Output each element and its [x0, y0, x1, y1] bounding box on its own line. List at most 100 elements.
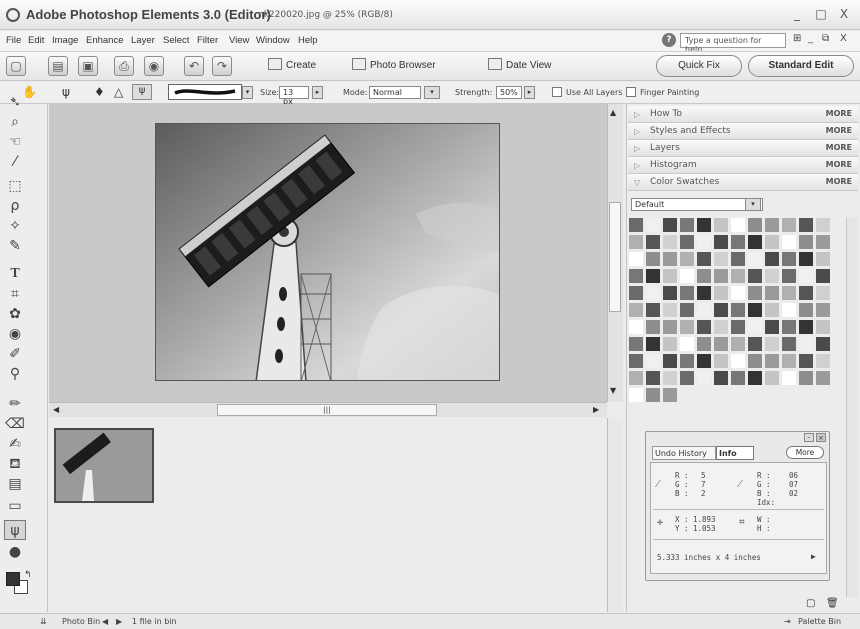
- scroll-up-icon[interactable]: ▲: [610, 108, 616, 117]
- swatch-cell[interactable]: [764, 353, 780, 369]
- swatch-cell[interactable]: [696, 353, 712, 369]
- doc-restore-button[interactable]: ⧉: [822, 33, 829, 44]
- online-services-icon[interactable]: ◉: [144, 56, 164, 76]
- open-file-icon[interactable]: ▤: [48, 56, 68, 76]
- swatch-cell[interactable]: [747, 251, 763, 267]
- prev-photo-icon[interactable]: ◀: [102, 617, 108, 626]
- photo-bin-thumbnail[interactable]: [54, 428, 154, 503]
- swatch-cell[interactable]: [747, 285, 763, 301]
- brush-preview[interactable]: [168, 84, 242, 100]
- swatch-cell[interactable]: [628, 387, 644, 403]
- swatch-cell[interactable]: [645, 319, 661, 335]
- smudge-tool-active-icon[interactable]: ψ: [4, 520, 26, 540]
- date-view-button[interactable]: Date View: [488, 58, 551, 71]
- palette-layers[interactable]: ▷ Layers MORE: [628, 140, 858, 157]
- swatch-cell[interactable]: [713, 319, 729, 335]
- marquee-tool-icon[interactable]: ⬚: [4, 176, 26, 196]
- swatch-cell[interactable]: [781, 302, 797, 318]
- swatch-cell[interactable]: [730, 268, 746, 284]
- use-all-layers-checkbox[interactable]: [552, 87, 562, 97]
- swatch-cell[interactable]: [696, 217, 712, 233]
- size-input[interactable]: 13 px: [279, 86, 309, 106]
- swatch-cell[interactable]: [696, 370, 712, 386]
- swatch-cell[interactable]: [696, 285, 712, 301]
- swatch-cell[interactable]: [662, 234, 678, 250]
- eraser-tool-icon[interactable]: ⌫: [4, 414, 26, 434]
- sponge-tool-icon[interactable]: ●: [4, 542, 26, 562]
- swatch-cell[interactable]: [679, 217, 695, 233]
- scroll-left-icon[interactable]: ◀: [53, 405, 59, 414]
- swatch-cell[interactable]: [815, 217, 831, 233]
- shape-tool-icon[interactable]: ▭: [4, 496, 26, 516]
- maximize-button[interactable]: □: [812, 7, 830, 21]
- swatch-cell[interactable]: [679, 319, 695, 335]
- mode-select[interactable]: Normal: [369, 86, 421, 99]
- brush-dropdown-arrow[interactable]: ▾: [242, 86, 253, 99]
- swatch-cell[interactable]: [747, 336, 763, 352]
- swatch-cell[interactable]: [730, 217, 746, 233]
- photo-browser-button[interactable]: Photo Browser: [352, 58, 436, 71]
- strength-input[interactable]: 50%: [496, 86, 522, 99]
- menu-help[interactable]: Help: [298, 35, 318, 46]
- swatch-cell[interactable]: [781, 268, 797, 284]
- scroll-right-icon[interactable]: ▶: [593, 405, 599, 414]
- swatch-cell[interactable]: [713, 251, 729, 267]
- swatch-cell[interactable]: [645, 336, 661, 352]
- swatch-cell[interactable]: [662, 302, 678, 318]
- swatch-cell[interactable]: [645, 268, 661, 284]
- scroll-down-icon[interactable]: ▼: [610, 386, 616, 395]
- doc-minimize-button[interactable]: _: [808, 33, 813, 44]
- swatch-cell[interactable]: [628, 234, 644, 250]
- swatch-cell[interactable]: [662, 268, 678, 284]
- pencil-tool-icon[interactable]: ✏: [4, 394, 26, 414]
- status-arrow-icon[interactable]: ▶: [811, 552, 816, 561]
- clone-stamp-tool-icon[interactable]: ⚲: [4, 364, 26, 384]
- menu-select[interactable]: Select: [163, 35, 189, 46]
- palette-how-to[interactable]: ▷ How To MORE: [628, 106, 858, 123]
- swatch-cell[interactable]: [679, 370, 695, 386]
- tile-icon[interactable]: ⊞: [793, 33, 801, 44]
- swatch-cell[interactable]: [713, 234, 729, 250]
- swatch-cell[interactable]: [730, 251, 746, 267]
- swatch-cell[interactable]: [645, 251, 661, 267]
- document-image[interactable]: [155, 123, 500, 381]
- swatch-cell[interactable]: [730, 285, 746, 301]
- swatch-cell[interactable]: [730, 302, 746, 318]
- create-button[interactable]: Create: [268, 58, 316, 71]
- size-slider-arrow[interactable]: ▸: [312, 86, 323, 99]
- swatch-cell[interactable]: [662, 251, 678, 267]
- swatch-cell[interactable]: [645, 302, 661, 318]
- swatch-grid[interactable]: [628, 217, 838, 411]
- swatch-cell[interactable]: [764, 285, 780, 301]
- canvas-vscroll-thumb[interactable]: [609, 202, 621, 312]
- swatch-cell[interactable]: [747, 234, 763, 250]
- swatch-cell[interactable]: [730, 370, 746, 386]
- swatch-cell[interactable]: [798, 353, 814, 369]
- tab-info[interactable]: Info: [716, 446, 754, 460]
- selection-brush-tool-icon[interactable]: ✎: [4, 236, 26, 256]
- smudge-option-icon[interactable]: ψ: [132, 84, 152, 100]
- swatch-cell[interactable]: [798, 319, 814, 335]
- help-search-input[interactable]: Type a question for help: [680, 33, 786, 54]
- swatch-cell[interactable]: [645, 217, 661, 233]
- swatch-cell[interactable]: [764, 251, 780, 267]
- foreground-swatch[interactable]: [6, 572, 20, 586]
- swatch-cell[interactable]: [815, 353, 831, 369]
- swatch-cell[interactable]: [781, 353, 797, 369]
- mode-dropdown-arrow[interactable]: ▾: [424, 86, 440, 99]
- swatch-cell[interactable]: [781, 285, 797, 301]
- palette-close-button[interactable]: ×: [816, 433, 826, 442]
- swatch-cell[interactable]: [696, 319, 712, 335]
- redo-icon[interactable]: ↷: [212, 56, 232, 76]
- canvas-vertical-scrollbar[interactable]: ▲ ▼: [607, 104, 623, 402]
- menu-file[interactable]: File: [6, 35, 21, 46]
- crop-tool-icon[interactable]: ⌗: [4, 284, 26, 304]
- swatch-cell[interactable]: [764, 336, 780, 352]
- swatch-cell[interactable]: [815, 302, 831, 318]
- brush-tool-icon[interactable]: ✍: [4, 434, 26, 454]
- swatch-cell[interactable]: [713, 217, 729, 233]
- paint-bucket-tool-icon[interactable]: ⛾: [4, 454, 26, 474]
- print-icon[interactable]: ⎙: [114, 56, 134, 76]
- swatch-cell[interactable]: [628, 336, 644, 352]
- trash-icon[interactable]: 🗑: [826, 598, 839, 609]
